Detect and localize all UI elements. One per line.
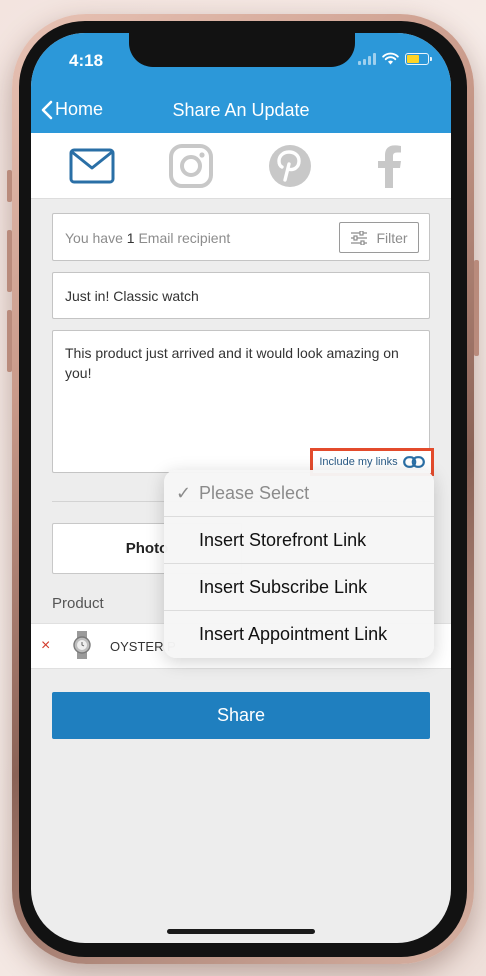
phone-power-button — [474, 260, 479, 356]
notch — [129, 33, 355, 67]
recipients-text: You have 1 Email recipient — [65, 230, 230, 246]
dropdown-option-please-select[interactable]: ✓ Please Select — [164, 470, 434, 517]
dropdown-option-label: Insert Subscribe Link — [199, 576, 368, 597]
dropdown-option-appointment-link[interactable]: Insert Appointment Link — [164, 611, 434, 658]
status-icons — [358, 52, 432, 65]
pinterest-icon — [269, 145, 311, 187]
dropdown-option-label: Insert Appointment Link — [199, 624, 388, 644]
filter-button[interactable]: Filter — [339, 222, 419, 253]
tab-instagram[interactable] — [167, 144, 215, 188]
phone-volume-down — [7, 310, 12, 372]
wifi-icon — [382, 52, 399, 65]
link-icon — [402, 456, 425, 468]
dropdown-option-label: Please Select — [199, 482, 310, 503]
status-time: 4:18 — [69, 51, 104, 70]
tab-facebook[interactable] — [365, 145, 413, 188]
tab-email[interactable] — [68, 146, 116, 186]
share-channel-tabs — [31, 133, 451, 199]
link-options-dropdown: ✓ Please Select Insert Storefront Link I… — [164, 470, 434, 658]
tab-pinterest[interactable] — [266, 145, 314, 187]
facebook-icon — [378, 145, 401, 188]
watch-thumbnail — [73, 631, 91, 659]
checkmark-icon: ✓ — [176, 483, 192, 503]
recipients-suffix: Email recipient — [138, 230, 231, 246]
battery-icon — [405, 52, 432, 65]
photo-button-label: Photo — [125, 540, 169, 557]
sliders-icon — [351, 230, 368, 245]
page-title: Share An Update — [172, 100, 310, 120]
include-links-label: Include my links — [319, 456, 398, 468]
recipients-prefix: You have — [65, 230, 123, 246]
phone-screen: 4:18 Home Share An Update You have 1 Ema… — [31, 33, 451, 943]
home-indicator[interactable] — [167, 929, 315, 934]
product-section-label: Product — [52, 595, 104, 612]
recipients-field: You have 1 Email recipient Filter — [52, 213, 430, 261]
dropdown-option-label: Insert Storefront Link — [199, 529, 367, 550]
phone-silent-switch — [7, 170, 12, 202]
message-value: This product just arrived and it would l… — [65, 345, 399, 381]
share-button-label: Share — [216, 705, 266, 725]
recipients-count: 1 — [126, 230, 135, 246]
share-button[interactable]: Share — [52, 692, 430, 739]
filter-button-label: Filter — [376, 229, 408, 246]
subject-input[interactable]: Just in! Classic watch — [52, 272, 430, 319]
dropdown-option-subscribe-link[interactable]: Insert Subscribe Link — [164, 564, 434, 611]
phone-volume-up — [7, 230, 12, 292]
cellular-signal-icon — [358, 52, 376, 65]
nav-bar: Home Share An Update — [31, 85, 451, 133]
dropdown-option-storefront-link[interactable]: Insert Storefront Link — [164, 517, 434, 564]
instagram-icon — [169, 144, 213, 188]
envelope-icon — [69, 148, 115, 184]
subject-value: Just in! Classic watch — [65, 288, 199, 304]
remove-product-button[interactable]: × — [41, 637, 50, 655]
